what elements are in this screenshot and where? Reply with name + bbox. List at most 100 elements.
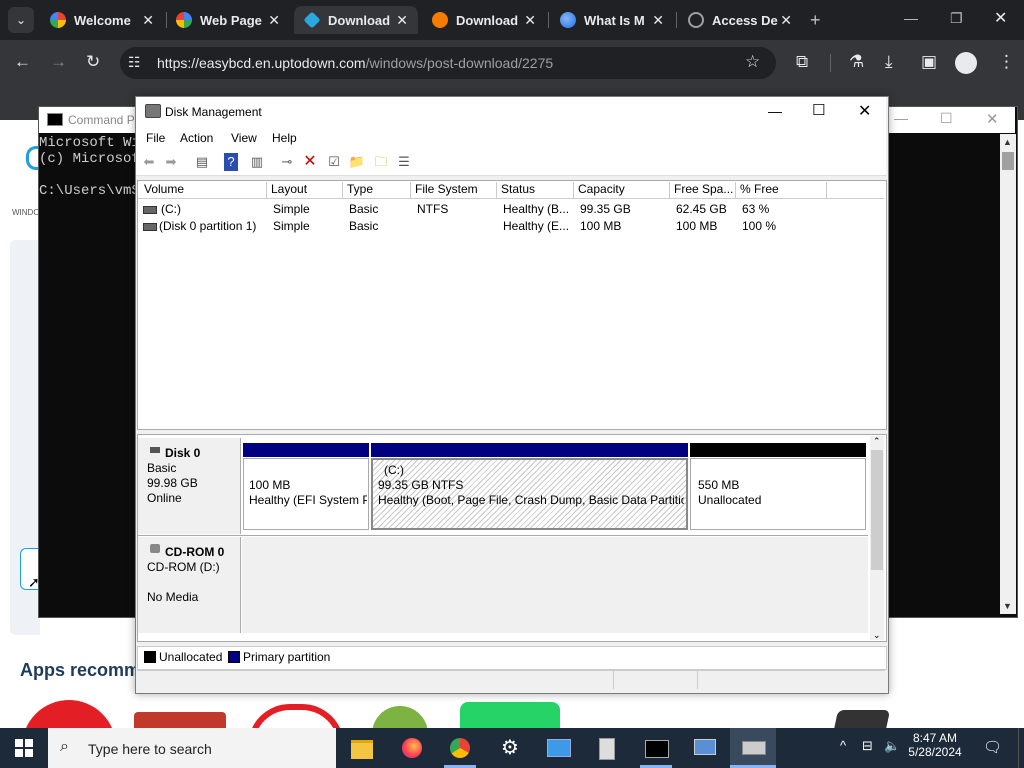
- settings-gear-icon[interactable]: ⚙: [494, 732, 526, 764]
- close-icon[interactable]: ✕: [524, 12, 536, 29]
- tab-separator: [676, 12, 677, 28]
- row-file-system: NTFS: [417, 202, 449, 216]
- cmd-scroll-thumb[interactable]: [1002, 152, 1014, 170]
- browser-tab-2[interactable]: Web Page ✕: [166, 6, 290, 34]
- menu-view[interactable]: View: [231, 131, 257, 145]
- site-info-icon[interactable]: ☷: [128, 54, 141, 71]
- forward-arrow-icon[interactable]: ➡: [162, 153, 180, 171]
- close-icon[interactable]: ✕: [780, 12, 792, 29]
- disk-type: Basic: [147, 461, 177, 475]
- minimize-button[interactable]: —: [904, 10, 918, 26]
- browser-tab-5[interactable]: What Is M ✕: [550, 6, 674, 34]
- disk-type: CD-ROM (D:): [147, 560, 220, 574]
- delete-icon[interactable]: ✕: [301, 153, 319, 171]
- cmd-close-icon[interactable]: ✕: [986, 110, 999, 128]
- new-tab-button[interactable]: +: [810, 10, 821, 31]
- help-icon[interactable]: ?: [224, 153, 238, 171]
- network-icon[interactable]: ⊟: [862, 738, 873, 754]
- show-hidden-icons-chevron-icon[interactable]: ^: [840, 738, 846, 753]
- list-view-icon[interactable]: ☰: [395, 153, 413, 171]
- console-tree-icon[interactable]: ▤: [193, 153, 211, 171]
- volume-muted-icon[interactable]: 🔈: [884, 738, 900, 754]
- close-icon[interactable]: ✕: [652, 12, 664, 29]
- action-pane-icon[interactable]: ▥: [248, 153, 266, 171]
- side-panel-icon[interactable]: ▣: [921, 52, 937, 72]
- file-explorer-icon[interactable]: [346, 732, 378, 764]
- legend-label: Unallocated: [159, 650, 223, 664]
- menu-action[interactable]: Action: [180, 131, 213, 145]
- clock-date: 5/28/2024: [908, 745, 962, 759]
- url-text[interactable]: https://easybcd.en.uptodown.com/windows/…: [157, 55, 553, 71]
- browser-tab-3-active[interactable]: Download ✕: [294, 6, 418, 34]
- partition-bar-unallocated: [690, 443, 866, 457]
- control-panel-icon[interactable]: [542, 732, 574, 764]
- browser-tab-4[interactable]: Download ✕: [422, 6, 546, 34]
- labs-flask-icon[interactable]: ⚗: [849, 52, 864, 72]
- close-window-button[interactable]: ✕: [994, 8, 1007, 28]
- folder-up-icon[interactable]: 📁: [348, 153, 366, 171]
- scroll-down-icon[interactable]: ⌄: [873, 630, 881, 641]
- back-button[interactable]: ←: [14, 52, 31, 72]
- back-arrow-icon[interactable]: ⬅: [140, 153, 158, 171]
- col-free-space[interactable]: Free Spa...: [670, 182, 736, 198]
- cmd-minimize-icon[interactable]: —: [894, 110, 908, 126]
- notepad-icon[interactable]: [590, 732, 622, 764]
- taskbar-clock[interactable]: 8:47 AM 5/28/2024: [905, 731, 965, 759]
- properties-check-icon[interactable]: ☑: [325, 153, 343, 171]
- cmd-scrollbar[interactable]: [1000, 134, 1016, 614]
- col-percent-free[interactable]: % Free: [736, 182, 827, 198]
- col-layout[interactable]: Layout: [267, 182, 343, 198]
- folder-search-icon[interactable]: 🗀: [372, 153, 390, 171]
- row-status: Healthy (E...: [503, 219, 570, 233]
- disk-management-icon: [737, 732, 769, 764]
- cmd-line-1: Microsoft Wi: [39, 135, 140, 151]
- computer-management-icon[interactable]: [688, 732, 720, 764]
- chrome-icon[interactable]: [444, 732, 476, 764]
- start-button[interactable]: [0, 728, 48, 768]
- col-volume[interactable]: Volume: [140, 182, 267, 198]
- show-desktop-button[interactable]: [1018, 728, 1024, 768]
- dm-maximize-icon[interactable]: ☐: [812, 101, 825, 119]
- app-thumbnail-icon[interactable]: [833, 710, 891, 730]
- scroll-down-icon[interactable]: ▼: [1003, 601, 1012, 611]
- col-file-system[interactable]: File System: [411, 182, 497, 198]
- tab-label: Access De: [712, 12, 778, 28]
- download-icon[interactable]: ⤓: [885, 52, 893, 72]
- close-icon[interactable]: ✕: [142, 12, 154, 29]
- menu-kebab-icon[interactable]: ⋮: [998, 52, 1015, 72]
- forward-button[interactable]: →: [50, 52, 67, 72]
- restore-icon: ❐: [950, 10, 963, 26]
- tab-search-button[interactable]: ⌄: [8, 7, 34, 33]
- bookmark-star-icon[interactable]: ☆: [745, 52, 760, 72]
- menu-file[interactable]: File: [146, 131, 165, 145]
- graph-scroll-thumb[interactable]: [871, 450, 883, 570]
- col-type[interactable]: Type: [343, 182, 411, 198]
- col-capacity[interactable]: Capacity: [574, 182, 670, 198]
- row-layout: Simple: [273, 202, 310, 216]
- partition-desc: Healthy (EFI System P: [249, 493, 367, 507]
- dm-close-icon[interactable]: ✕: [858, 101, 871, 121]
- browser-tab-6[interactable]: Access De ✕: [678, 6, 802, 34]
- notification-center-icon[interactable]: 🗨: [983, 738, 1002, 756]
- status-bar: [137, 670, 885, 691]
- extensions-icon[interactable]: ⧉: [796, 52, 808, 72]
- command-prompt-icon[interactable]: [640, 732, 672, 764]
- scroll-up-icon[interactable]: ⌃: [873, 436, 881, 447]
- search-icon: ⌕: [60, 738, 69, 755]
- connect-icon[interactable]: ⊸: [278, 153, 296, 171]
- close-icon[interactable]: ✕: [396, 12, 408, 29]
- restore-button[interactable]: ❐: [950, 10, 963, 27]
- firefox-icon[interactable]: [396, 732, 428, 764]
- legend-swatch-primary: [228, 651, 240, 663]
- menu-help[interactable]: Help: [272, 131, 297, 145]
- profile-avatar-icon[interactable]: [955, 52, 977, 74]
- disk-name: CD-ROM 0: [165, 545, 225, 559]
- close-icon[interactable]: ✕: [268, 12, 280, 29]
- cmd-maximize-icon[interactable]: ☐: [940, 110, 953, 127]
- browser-tab-1[interactable]: Welcome ✕: [40, 6, 164, 34]
- col-status[interactable]: Status: [497, 182, 574, 198]
- reload-button[interactable]: ↻: [86, 52, 100, 72]
- scroll-up-icon[interactable]: ▲: [1003, 137, 1012, 147]
- dm-minimize-icon[interactable]: —: [768, 103, 782, 119]
- cdrom-icon: [150, 544, 160, 553]
